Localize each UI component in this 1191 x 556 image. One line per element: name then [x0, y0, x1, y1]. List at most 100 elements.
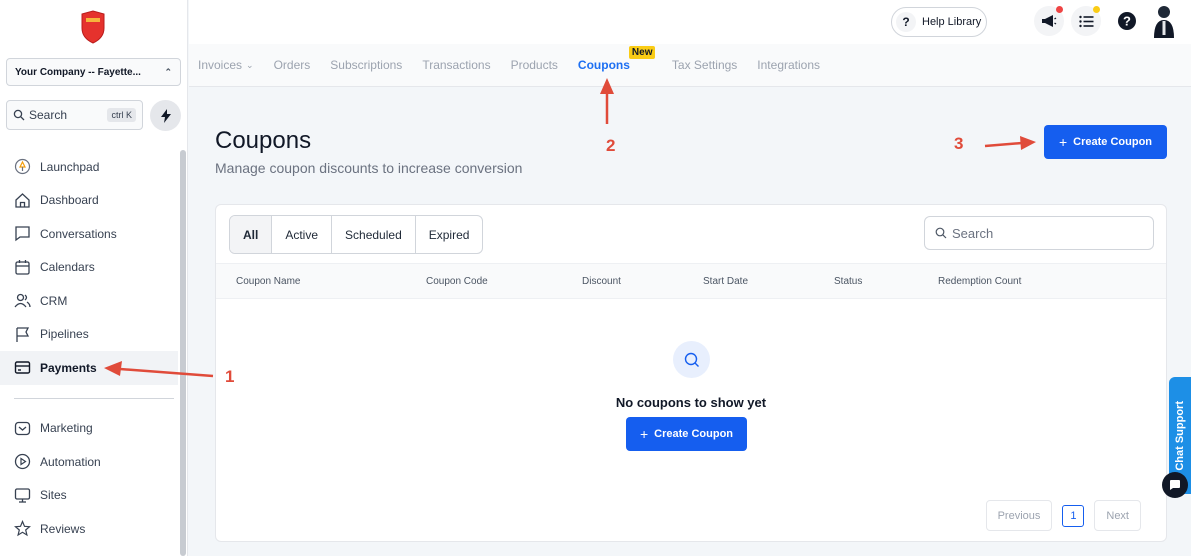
- previous-page-button[interactable]: Previous: [985, 500, 1053, 531]
- sidebar: Your Company -- Fayette... ⌃ Search ctrl…: [0, 0, 188, 556]
- quick-actions-button[interactable]: [150, 100, 181, 131]
- next-page-button[interactable]: Next: [1094, 500, 1141, 531]
- column-header: Start Date: [703, 276, 749, 287]
- filter-all[interactable]: All: [230, 216, 273, 253]
- search-placeholder: Search: [952, 225, 994, 241]
- sidebar-item-dashboard[interactable]: Dashboard: [0, 184, 178, 218]
- tab-subscriptions[interactable]: Subscriptions: [330, 58, 402, 72]
- calendar-icon: [15, 259, 30, 275]
- home-icon: [15, 192, 30, 208]
- help-library-button[interactable]: ? Help Library: [891, 7, 987, 37]
- payments-tabs: Invoices ⌄ Orders Subscriptions Transacti…: [189, 44, 1191, 87]
- tab-label: Transactions: [422, 58, 491, 72]
- status-filter-group: All Active Scheduled Expired: [229, 215, 484, 254]
- payments-icon: [14, 361, 31, 374]
- tab-invoices[interactable]: Invoices ⌄: [198, 58, 254, 72]
- tasks-button[interactable]: [1071, 6, 1101, 36]
- sidebar-item-label: Launchpad: [40, 159, 100, 174]
- annotation-arrow-3: [984, 141, 1023, 148]
- tab-label: Subscriptions: [330, 58, 403, 72]
- sidebar-scrollbar[interactable]: [180, 150, 186, 556]
- magnifier-icon: [684, 352, 699, 367]
- page-number-button[interactable]: 1: [1062, 504, 1085, 527]
- help-button[interactable]: ?: [1112, 6, 1142, 36]
- tab-integrations[interactable]: Integrations: [757, 58, 820, 72]
- sidebar-item-label: Reviews: [40, 521, 86, 536]
- column-header: Coupon Code: [426, 276, 488, 287]
- tab-tax-settings[interactable]: Tax Settings: [672, 58, 737, 72]
- notification-dot: [1056, 6, 1063, 13]
- new-badge: New: [628, 46, 656, 59]
- announcements-button[interactable]: [1034, 6, 1064, 36]
- chat-support-label: Chat Support: [1174, 400, 1186, 471]
- tab-orders[interactable]: Orders: [274, 58, 311, 72]
- filter-scheduled[interactable]: Scheduled: [332, 216, 416, 253]
- chat-icon: [15, 226, 30, 242]
- marketing-icon: [14, 421, 31, 435]
- create-coupon-label: Create Coupon: [1073, 136, 1153, 148]
- sidebar-item-sites[interactable]: Sites: [0, 479, 178, 513]
- sites-icon: [14, 488, 31, 503]
- filter-expired[interactable]: Expired: [416, 216, 483, 253]
- chat-widget-button[interactable]: [1162, 472, 1188, 498]
- company-switcher[interactable]: Your Company -- Fayette... ⌃: [6, 58, 181, 86]
- flag-icon: [16, 327, 30, 342]
- sidebar-search-placeholder: Search: [29, 108, 68, 122]
- coupons-card: All Active Scheduled Expired Search Coup…: [215, 204, 1167, 542]
- sidebar-item-pipelines[interactable]: Pipelines: [0, 318, 178, 352]
- tab-transactions[interactable]: Transactions: [422, 58, 490, 72]
- user-avatar[interactable]: [1149, 6, 1179, 38]
- sidebar-item-automation[interactable]: Automation: [0, 445, 178, 479]
- message-icon: [1170, 480, 1180, 490]
- pagination: Previous 1 Next: [985, 500, 1141, 531]
- table-header: Coupon Name Coupon Code Discount Start D…: [216, 263, 1166, 299]
- coupon-search-input[interactable]: Search: [924, 216, 1154, 250]
- lightning-icon: [160, 108, 171, 123]
- sidebar-item-launchpad[interactable]: Launchpad: [0, 150, 178, 184]
- create-coupon-empty-button[interactable]: + Create Coupon: [626, 417, 747, 451]
- company-logo[interactable]: [80, 10, 106, 44]
- search-shortcut-badge: ctrl K: [107, 108, 136, 122]
- column-header: Discount: [582, 276, 621, 287]
- annotation-label-3: 3: [954, 134, 964, 153]
- empty-search-icon: [673, 341, 710, 378]
- column-header: Coupon Name: [236, 276, 301, 287]
- sidebar-item-label: Marketing: [40, 421, 93, 436]
- chevron-updown-icon: ⌃: [164, 66, 172, 77]
- help-library-label: Help Library: [922, 16, 982, 28]
- sidebar-item-payments[interactable]: Payments: [0, 351, 178, 385]
- sidebar-item-label: Dashboard: [40, 193, 99, 208]
- help-circle-icon: ?: [1118, 12, 1136, 30]
- search-icon: [935, 227, 947, 239]
- sidebar-item-label: Sites: [40, 488, 67, 503]
- page-subtitle: Manage coupon discounts to increase conv…: [215, 160, 523, 176]
- list-icon: [1078, 15, 1093, 27]
- sidebar-item-label: Conversations: [40, 226, 117, 241]
- sidebar-item-reviews[interactable]: Reviews: [0, 512, 178, 546]
- top-bar: ? Help Library ?: [189, 0, 1191, 44]
- tab-label: Orders: [273, 58, 311, 72]
- column-header: Status: [834, 276, 863, 287]
- tab-products[interactable]: Products: [511, 58, 558, 72]
- sidebar-nav: Launchpad Dashboard Conversations Calend…: [0, 150, 178, 546]
- sidebar-item-marketing[interactable]: Marketing: [0, 412, 178, 446]
- filter-active[interactable]: Active: [272, 216, 333, 253]
- question-icon: ?: [896, 12, 916, 32]
- sidebar-item-conversations[interactable]: Conversations: [0, 217, 178, 251]
- plus-icon: +: [639, 426, 649, 442]
- create-coupon-button[interactable]: + Create Coupon: [1044, 125, 1167, 159]
- megaphone-icon: [1042, 15, 1057, 27]
- avatar: [1154, 6, 1174, 38]
- plus-icon: +: [1058, 134, 1068, 150]
- sidebar-item-label: CRM: [40, 293, 68, 308]
- sidebar-item-crm[interactable]: CRM: [0, 284, 178, 318]
- sidebar-item-calendars[interactable]: Calendars: [0, 251, 178, 285]
- tab-label: Coupons: [577, 58, 630, 72]
- tab-coupons[interactable]: Coupons New: [577, 46, 656, 72]
- column-header: Redemption Count: [938, 276, 1022, 287]
- tab-label: Invoices: [198, 58, 243, 72]
- sidebar-search[interactable]: Search ctrl K: [6, 100, 143, 130]
- empty-state-message: No coupons to show yet: [615, 395, 767, 410]
- company-name: Your Company -- Fayette...: [15, 66, 141, 78]
- sidebar-item-label: Pipelines: [40, 327, 89, 342]
